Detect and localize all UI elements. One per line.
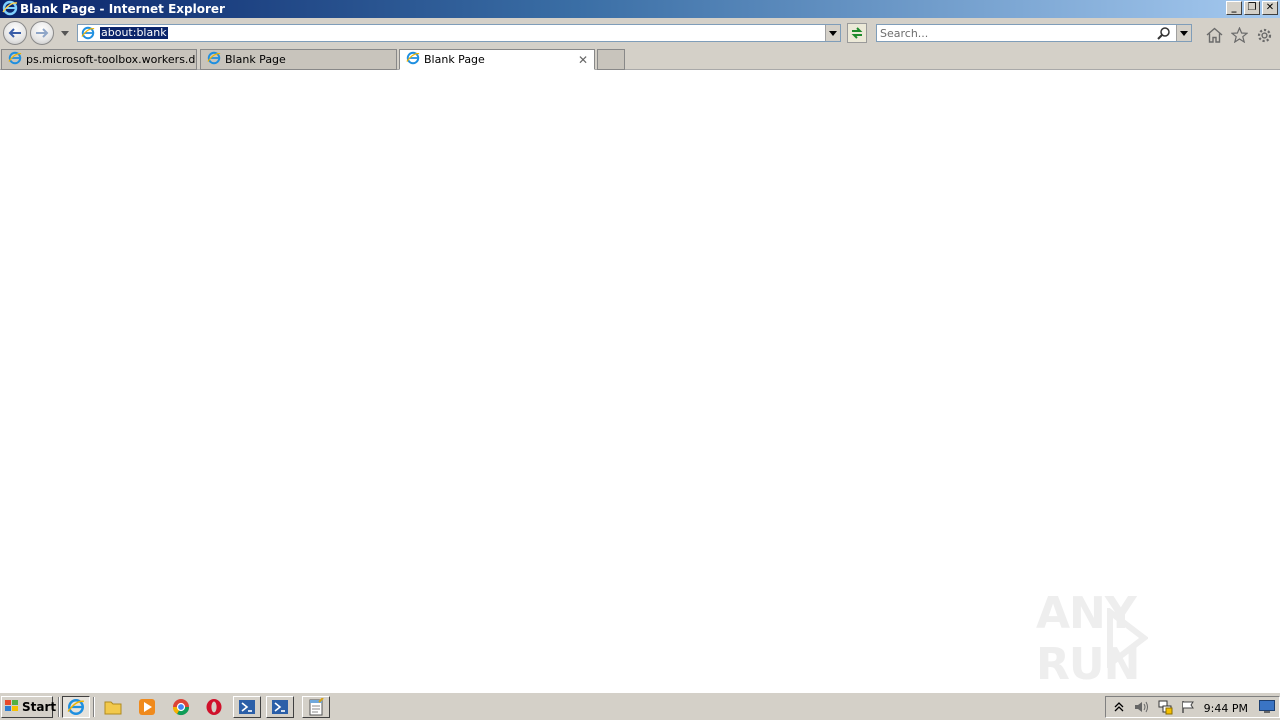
recent-pages-dropdown[interactable] <box>58 28 72 38</box>
opera-icon <box>206 699 222 715</box>
address-dropdown-button[interactable] <box>825 25 840 41</box>
show-desktop-button[interactable] <box>1259 700 1275 714</box>
action-center-flag-icon[interactable] <box>1178 697 1198 717</box>
chrome-quicklaunch[interactable] <box>170 696 192 718</box>
site-ie-icon <box>81 26 95 43</box>
tab-ie-icon <box>406 51 420 68</box>
start-label: Start <box>22 700 57 714</box>
tab-label: Blank Page <box>424 53 485 66</box>
tab-ie-icon <box>8 51 22 68</box>
taskbar-powershell-button-2[interactable] <box>266 696 294 718</box>
window-title-bar[interactable]: Blank Page - Internet Explorer _ ❐ ✕ <box>0 0 1280 18</box>
home-icon <box>1206 27 1222 43</box>
search-icon[interactable] <box>1157 26 1171 43</box>
windows-flag-icon <box>4 699 20 716</box>
window-controls: _ ❐ ✕ <box>1226 1 1278 15</box>
play-logo-icon <box>1107 608 1148 668</box>
clock[interactable]: 9:44 PM <box>1204 702 1248 715</box>
powershell-icon <box>239 700 255 714</box>
taskbar-powershell-button[interactable] <box>233 696 261 718</box>
explorer-quicklaunch[interactable] <box>102 696 124 718</box>
restore-button[interactable]: ❐ <box>1244 1 1260 15</box>
powershell-icon <box>272 700 288 714</box>
media-player-icon <box>139 699 155 715</box>
tab-workers-dev[interactable]: ps.microsoft-toolbox.workers.dev <box>1 49 197 70</box>
tab-blank-page[interactable]: Blank Page <box>200 49 397 70</box>
tab-close-icon[interactable]: ✕ <box>578 53 588 67</box>
forward-button[interactable] <box>30 21 54 45</box>
star-icon <box>1230 27 1248 43</box>
forward-arrow-icon <box>36 28 49 38</box>
tab-label: ps.microsoft-toolbox.workers.dev <box>26 53 197 66</box>
search-input[interactable] <box>880 26 1150 40</box>
tab-ie-icon <box>207 51 221 68</box>
taskbar: Start 9:44 PM <box>0 692 1280 720</box>
internet-explorer-icon <box>2 0 18 19</box>
gear-icon <box>1257 28 1271 42</box>
go-refresh-button[interactable] <box>847 23 867 43</box>
media-player-quicklaunch[interactable] <box>136 696 158 718</box>
address-bar[interactable]: about:blank <box>77 24 841 42</box>
anyrun-watermark: ANY RUN <box>1036 588 1236 690</box>
chevron-down-icon <box>829 30 837 36</box>
minimize-button[interactable]: _ <box>1226 1 1242 15</box>
window-title: Blank Page - Internet Explorer <box>20 2 225 16</box>
network-icon[interactable] <box>1155 697 1175 717</box>
notepad-icon <box>309 698 324 716</box>
start-button[interactable]: Start <box>1 696 57 718</box>
favorites-button[interactable] <box>1230 26 1248 44</box>
opera-quicklaunch[interactable] <box>203 696 225 718</box>
taskbar-notepad-button[interactable] <box>302 696 330 718</box>
tab-label: Blank Page <box>225 53 286 66</box>
chrome-icon <box>172 699 190 716</box>
back-arrow-icon <box>8 28 21 38</box>
chevron-down-icon <box>61 30 69 36</box>
search-dropdown-button[interactable] <box>1176 25 1191 41</box>
tab-blank-page-active[interactable]: Blank Page ✕ <box>399 49 595 70</box>
taskbar-separator <box>93 697 95 717</box>
home-button[interactable] <box>1205 26 1223 44</box>
address-url[interactable]: about:blank <box>100 27 168 39</box>
search-box[interactable] <box>876 24 1192 42</box>
tab-bar: ps.microsoft-toolbox.workers.dev Blank P… <box>0 48 1280 70</box>
chevron-down-icon <box>1180 30 1188 36</box>
taskbar-ie-button[interactable] <box>62 696 90 718</box>
volume-icon[interactable] <box>1132 697 1152 717</box>
show-hidden-icons-button[interactable] <box>1109 697 1129 717</box>
system-tray: 9:44 PM <box>1105 696 1280 718</box>
internet-explorer-icon <box>67 699 84 715</box>
tools-button[interactable] <box>1255 26 1273 44</box>
back-button[interactable] <box>3 21 27 45</box>
desktop-icon <box>1259 700 1275 713</box>
folder-icon <box>104 701 122 715</box>
refresh-icon <box>851 27 863 39</box>
taskbar-separator <box>58 697 60 717</box>
new-tab-button[interactable] <box>597 49 625 70</box>
chevron-up-icon <box>1114 702 1124 712</box>
navigation-bar: about:blank <box>0 18 1280 48</box>
close-button[interactable]: ✕ <box>1262 1 1278 15</box>
